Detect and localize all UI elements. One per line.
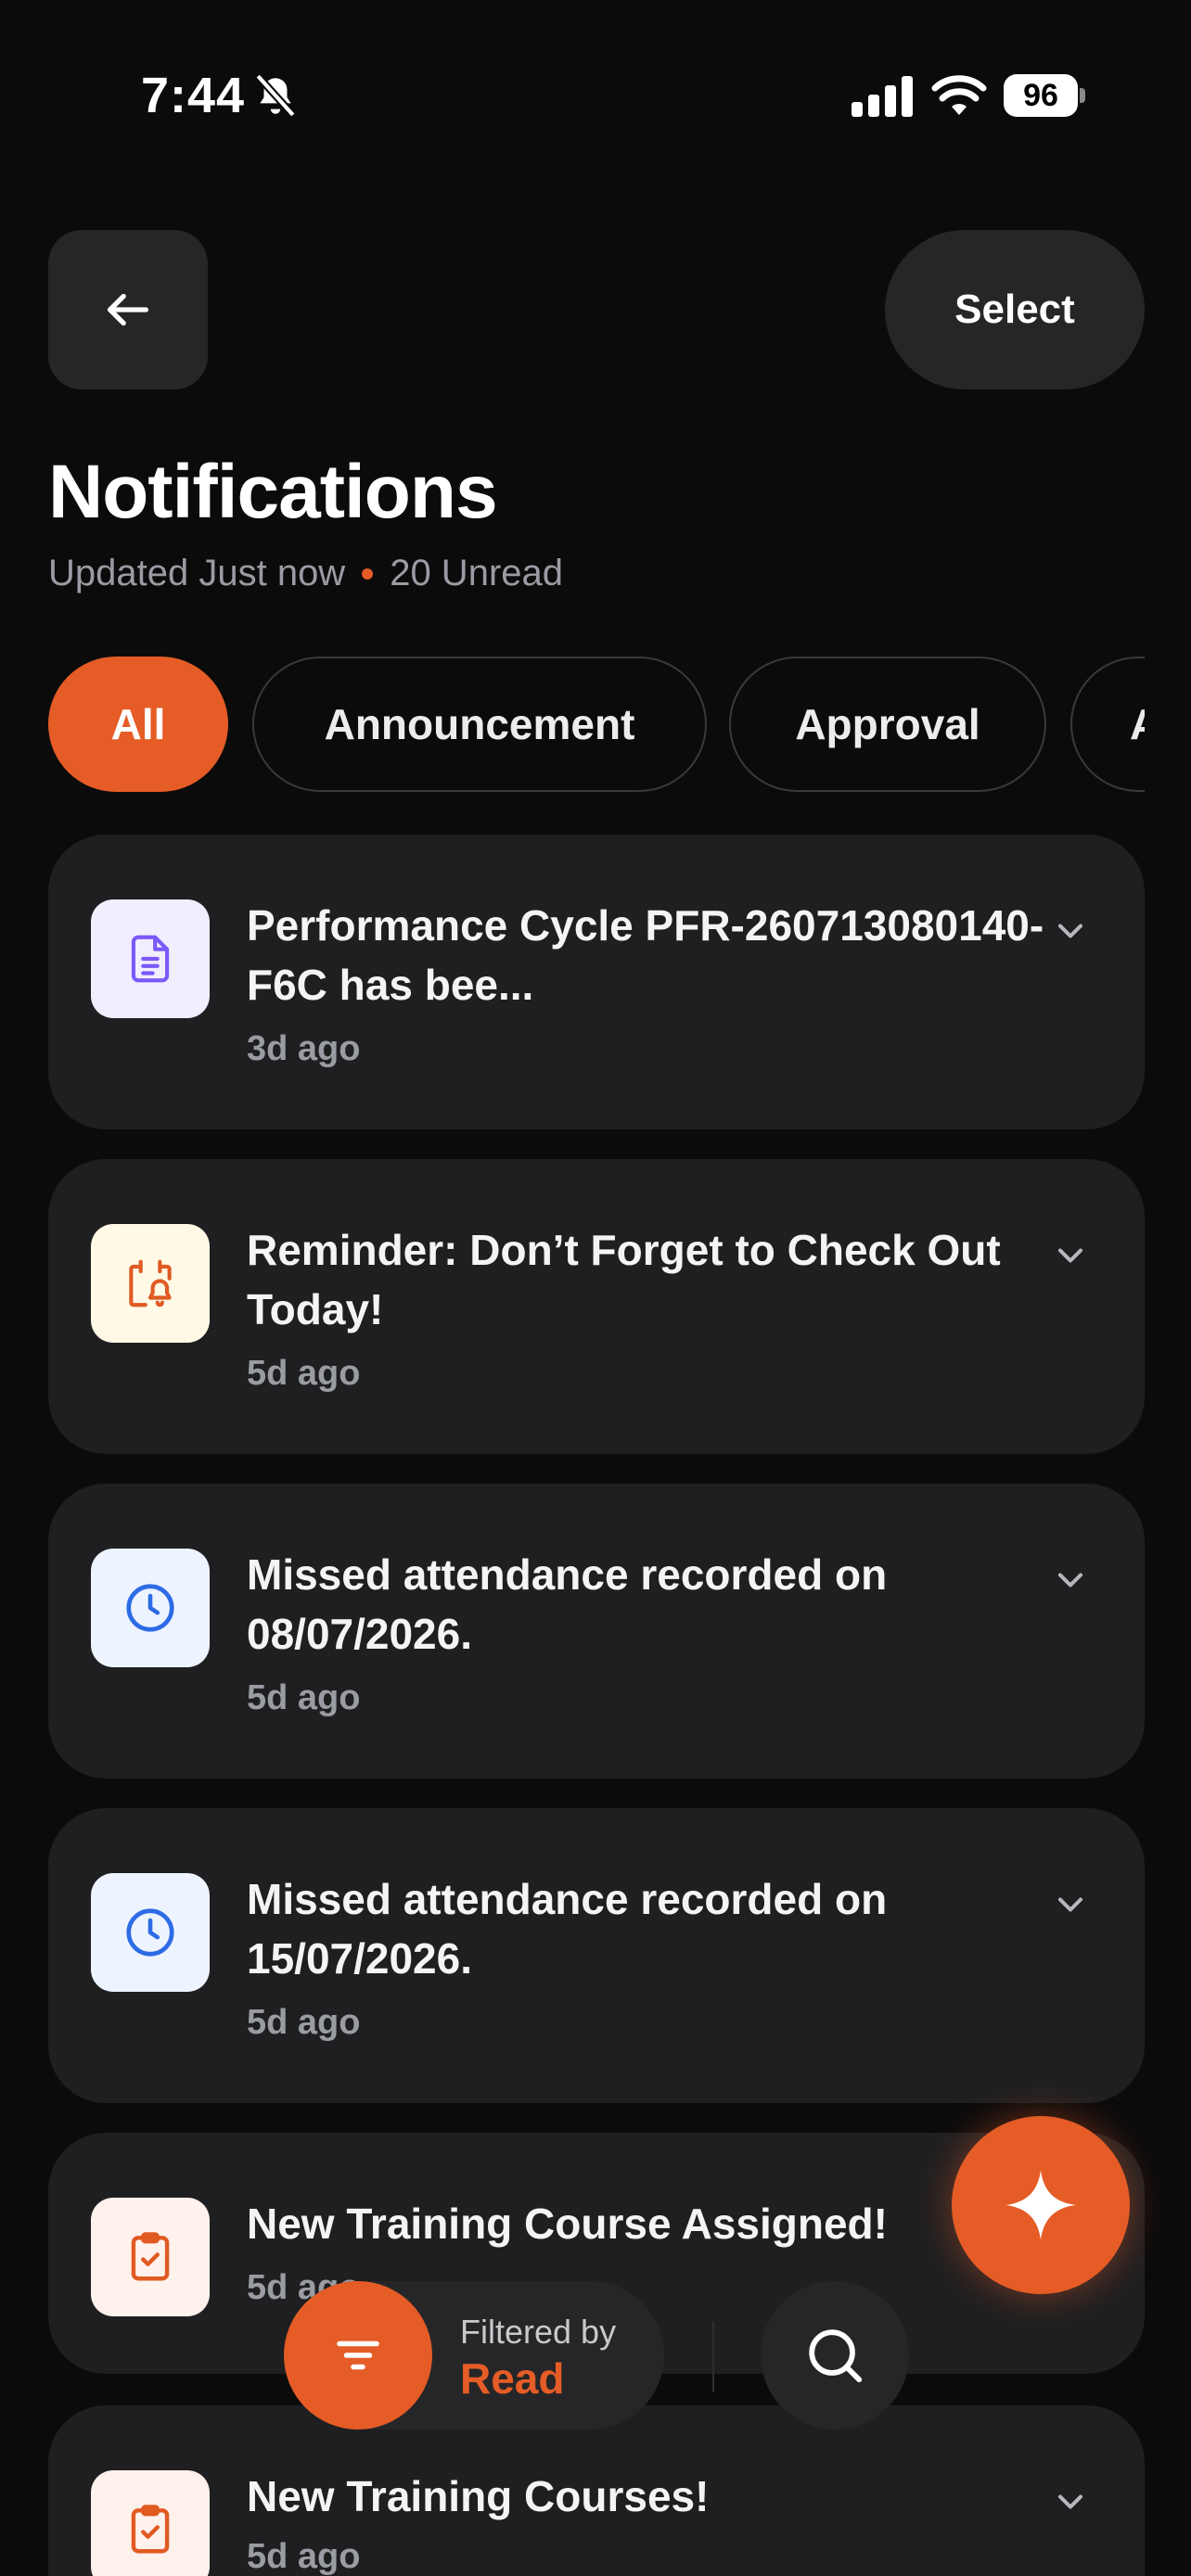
chevron-down-icon[interactable] [1050,911,1091,951]
chip-approval[interactable]: Approval [729,657,1046,792]
page-title: Notifications [48,450,498,534]
notification-title: Reminder: Don’t Forget to Check Out Toda… [247,1226,1001,1333]
back-button[interactable] [48,230,208,389]
battery-tip [1080,88,1085,103]
clipboard-check-icon [131,2505,170,2554]
calendar-bell-icon [129,1259,172,1307]
document-icon [131,935,170,983]
chevron-down-icon[interactable] [1050,1560,1091,1600]
status-bar: 7:44 96 [0,0,1191,185]
notification-title: New Training Courses! [247,2472,710,2520]
chip-next[interactable]: A [1070,657,1145,792]
notification-time: 5d ago [247,1678,361,1717]
filter-value: Read [460,2354,565,2403]
filter-label: Filtered by [460,2313,617,2351]
notification-title: New Training Course Assigned! [247,2200,888,2248]
notification-time: 5d ago [247,2537,361,2576]
search-button[interactable] [761,2281,909,2429]
card-icon-wrap [91,2198,210,2316]
notification-card[interactable]: New Training Courses! 5d ago [48,2405,1145,2576]
card-icon-wrap [91,1224,210,1343]
clipboard-check-icon [131,2232,170,2281]
chip-announcement[interactable]: Announcement [252,657,707,792]
notification-time: 5d ago [247,1354,361,1393]
chip-all[interactable]: All [48,657,228,792]
battery-level: 96 [1004,74,1078,117]
filter-icon [337,2340,379,2370]
battery-indicator: 96 [1004,74,1085,117]
bell-off-icon [255,73,296,118]
ai-assistant-button[interactable] [952,2116,1130,2294]
search-icon [809,2329,863,2383]
arrow-left-icon [108,293,148,326]
card-icon-wrap [91,899,210,1018]
sparkle-icon [1005,2170,1076,2240]
card-icon-wrap [91,1549,210,1667]
unread-count: 20 Unread [390,553,563,593]
card-icon-wrap [91,2470,210,2576]
notification-time: 3d ago [247,1029,361,1068]
notification-title: Missed attendance recorded on 15/07/2026… [247,1875,888,1983]
select-button[interactable]: Select [885,230,1145,389]
filter-status-pill[interactable]: Filtered by Read [284,2281,664,2429]
signal-icon [852,76,913,117]
notification-card[interactable]: Performance Cycle PFR-260713080140-F6C h… [48,835,1145,1129]
notification-time: 5d ago [247,2003,361,2042]
notification-card[interactable]: Missed attendance recorded on 08/07/2026… [48,1484,1145,1779]
notification-card[interactable]: Reminder: Don’t Forget to Check Out Toda… [48,1159,1145,1454]
divider [712,2322,714,2392]
wifi-icon [931,75,987,115]
notification-card[interactable]: Missed attendance recorded on 15/07/2026… [48,1808,1145,2103]
page-subtitle: Updated Just now 20 Unread [48,553,563,594]
clock-icon [126,1908,174,1957]
separator-dot [362,567,374,580]
updated-text: Updated Just now [48,553,346,593]
chevron-down-icon[interactable] [1050,2481,1091,2522]
category-filter-chips: All Announcement Approval A [48,657,1145,794]
status-time: 7:44 [141,68,246,123]
chevron-down-icon[interactable] [1050,1884,1091,1925]
card-icon-wrap [91,1873,210,1992]
notification-title: Missed attendance recorded on 08/07/2026… [247,1550,888,1658]
notification-title: Performance Cycle PFR-260713080140-F6C h… [247,901,1044,1009]
filter-button[interactable] [284,2281,432,2429]
chevron-down-icon[interactable] [1050,1235,1091,1276]
clock-icon [126,1584,174,1632]
